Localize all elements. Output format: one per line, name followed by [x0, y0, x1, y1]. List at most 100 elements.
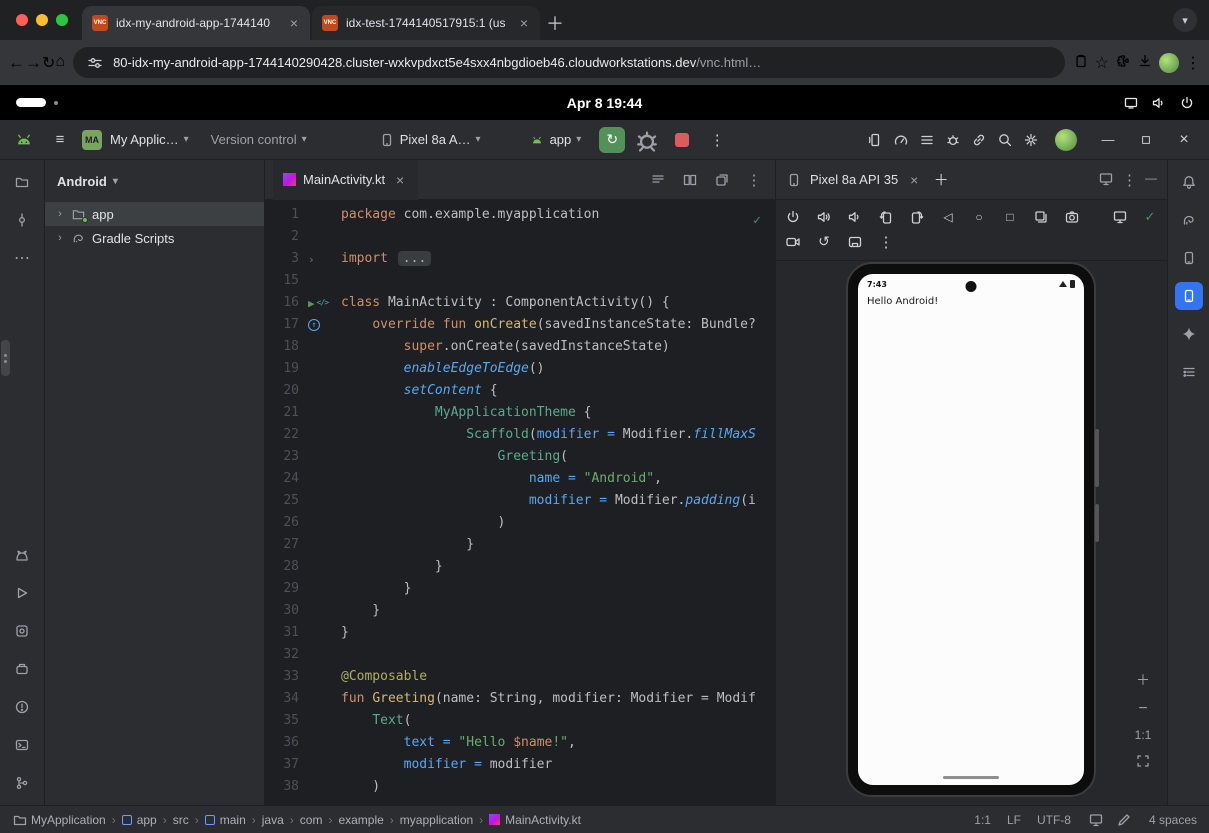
line-number[interactable]: 15 — [265, 270, 305, 292]
terminal-icon[interactable] — [8, 731, 36, 759]
tree-item-app[interactable]: › app — [45, 202, 264, 226]
zoom-out-icon[interactable]: − — [1133, 699, 1153, 719]
code-line[interactable]: 35 Text( — [265, 710, 775, 732]
display-mode-icon[interactable] — [1098, 171, 1114, 189]
line-number[interactable]: 29 — [265, 578, 305, 600]
vcs-selector[interactable]: Version control▾ — [211, 132, 307, 147]
line-number[interactable]: 36 — [265, 732, 305, 754]
debug-app-button[interactable] — [633, 126, 661, 154]
display-mode-icon[interactable] — [1111, 208, 1129, 226]
line-number[interactable]: 21 — [265, 402, 305, 424]
power-icon[interactable] — [1179, 95, 1195, 111]
emulator-screen[interactable]: 7:43 Hello Android! — [858, 274, 1084, 785]
line-number[interactable]: 2 — [265, 226, 305, 248]
breadcrumb-item[interactable]: com — [300, 813, 323, 827]
gutter-icons[interactable]: › — [305, 248, 341, 270]
gutter-icons[interactable] — [305, 666, 341, 688]
search-icon[interactable] — [997, 132, 1013, 148]
rotate-right-icon[interactable] — [908, 208, 926, 226]
code-line[interactable]: 23 Greeting( — [265, 446, 775, 468]
chevron-right-icon[interactable]: › — [55, 232, 65, 244]
code-line[interactable]: 26 ) — [265, 512, 775, 534]
gutter-icons[interactable]: ▶</> — [305, 292, 341, 314]
line-number[interactable]: 37 — [265, 754, 305, 776]
line-number[interactable]: 33 — [265, 666, 305, 688]
breadcrumb-item[interactable]: MainActivity.kt — [489, 813, 581, 827]
code-line[interactable]: 29 } — [265, 578, 775, 600]
breadcrumb-item[interactable]: MyApplication — [12, 812, 106, 828]
power-icon[interactable] — [784, 208, 802, 226]
line-number[interactable]: 38 — [265, 776, 305, 798]
code-line[interactable]: 20 setContent { — [265, 380, 775, 402]
browser-tab-active[interactable]: VNC idx-my-android-app-1744140 × — [82, 6, 310, 40]
address-bar[interactable]: 80-idx-my-android-app-1744140290428.clus… — [73, 47, 1065, 78]
code-line[interactable]: 18 super.onCreate(savedInstanceState) — [265, 336, 775, 358]
inspections-ok-icon[interactable]: ✓ — [753, 210, 761, 232]
project-icon[interactable] — [8, 168, 36, 196]
code-editor[interactable]: 1package com.example.myapplication23›imp… — [265, 200, 775, 805]
line-number[interactable]: 26 — [265, 512, 305, 534]
android-studio-logo-icon[interactable] — [10, 126, 38, 154]
gutter-icons[interactable] — [305, 336, 341, 358]
code-line[interactable]: 21 MyApplicationTheme { — [265, 402, 775, 424]
breadcrumb-item[interactable]: main — [205, 813, 246, 827]
line-number[interactable]: 1 — [265, 204, 305, 226]
zoom-window-button[interactable] — [56, 14, 68, 26]
breadcrumb-item[interactable]: example — [338, 813, 383, 827]
device-mirroring-icon[interactable] — [867, 132, 883, 148]
project-badge[interactable]: MA — [82, 130, 102, 150]
gutter-icons[interactable] — [305, 512, 341, 534]
line-number[interactable]: 32 — [265, 644, 305, 666]
code-line[interactable]: 30 } — [265, 600, 775, 622]
zoom-level-label[interactable]: 1:1 — [1135, 728, 1152, 742]
new-tab-button[interactable]: ＋ — [540, 6, 570, 40]
code-line[interactable]: 3›import ... — [265, 248, 775, 270]
profiler-icon[interactable] — [893, 132, 909, 148]
settings-icon[interactable] — [1023, 132, 1039, 148]
gutter-icons[interactable] — [305, 600, 341, 622]
tab-close-icon[interactable]: × — [392, 172, 408, 188]
code-line[interactable]: 27 } — [265, 534, 775, 556]
code-line[interactable]: 37 modifier = modifier — [265, 754, 775, 776]
hide-icon[interactable]: — — [1145, 171, 1157, 189]
build-icon[interactable] — [8, 655, 36, 683]
gutter-icons[interactable] — [305, 578, 341, 600]
caret-position-widget[interactable]: 1:1 — [974, 813, 991, 827]
forward-icon[interactable]: → — [25, 53, 42, 73]
line-number[interactable]: 16 — [265, 292, 305, 314]
line-number[interactable]: 25 — [265, 490, 305, 512]
zoom-in-icon[interactable]: ＋ — [1133, 670, 1153, 690]
window-close-button[interactable]: × — [1169, 126, 1199, 154]
code-line[interactable]: 19 enableEdgeToEdge() — [265, 358, 775, 380]
browser-tab-inactive[interactable]: VNC idx-test-1744140517915:1 (us × — [312, 6, 540, 40]
run-more-options-icon[interactable]: ⋮ — [703, 126, 731, 154]
gutter-icons[interactable] — [305, 424, 341, 446]
line-number[interactable]: 30 — [265, 600, 305, 622]
line-number[interactable]: 34 — [265, 688, 305, 710]
problems-icon[interactable] — [8, 693, 36, 721]
desktop-clock[interactable]: Apr 8 19:44 — [567, 95, 642, 111]
tree-item-gradle-scripts[interactable]: › Gradle Scripts — [45, 226, 264, 250]
gutter-icons[interactable]: ↑ — [305, 314, 341, 336]
bug-icon[interactable] — [945, 132, 961, 148]
running-devices-icon[interactable] — [1175, 282, 1203, 310]
sound-icon[interactable] — [1151, 95, 1167, 111]
detach-icon[interactable] — [709, 167, 735, 193]
code-line[interactable]: 32 — [265, 644, 775, 666]
code-line[interactable]: 17↑ override fun onCreate(savedInstanceS… — [265, 314, 775, 336]
line-number[interactable]: 22 — [265, 424, 305, 446]
line-separator-widget[interactable]: LF — [1007, 813, 1021, 827]
nav-overview-icon[interactable]: □ — [1001, 208, 1019, 226]
bookmark-star-icon[interactable]: ☆ — [1095, 53, 1109, 73]
gutter-icons[interactable] — [305, 204, 341, 226]
site-controls-icon[interactable] — [87, 55, 103, 71]
more-v-icon[interactable]: ⋮ — [877, 233, 895, 251]
more-v-icon[interactable]: ⋮ — [741, 167, 767, 193]
minimize-window-button[interactable] — [36, 14, 48, 26]
tab-search-button[interactable]: ▾ — [1173, 8, 1197, 32]
indent-widget[interactable]: 4 spaces — [1149, 813, 1197, 827]
home-icon[interactable]: ⌂ — [55, 53, 65, 73]
gutter-icons[interactable] — [305, 622, 341, 644]
code-line[interactable]: 34fun Greeting(name: String, modifier: M… — [265, 688, 775, 710]
code-line[interactable]: 38 ) — [265, 776, 775, 798]
